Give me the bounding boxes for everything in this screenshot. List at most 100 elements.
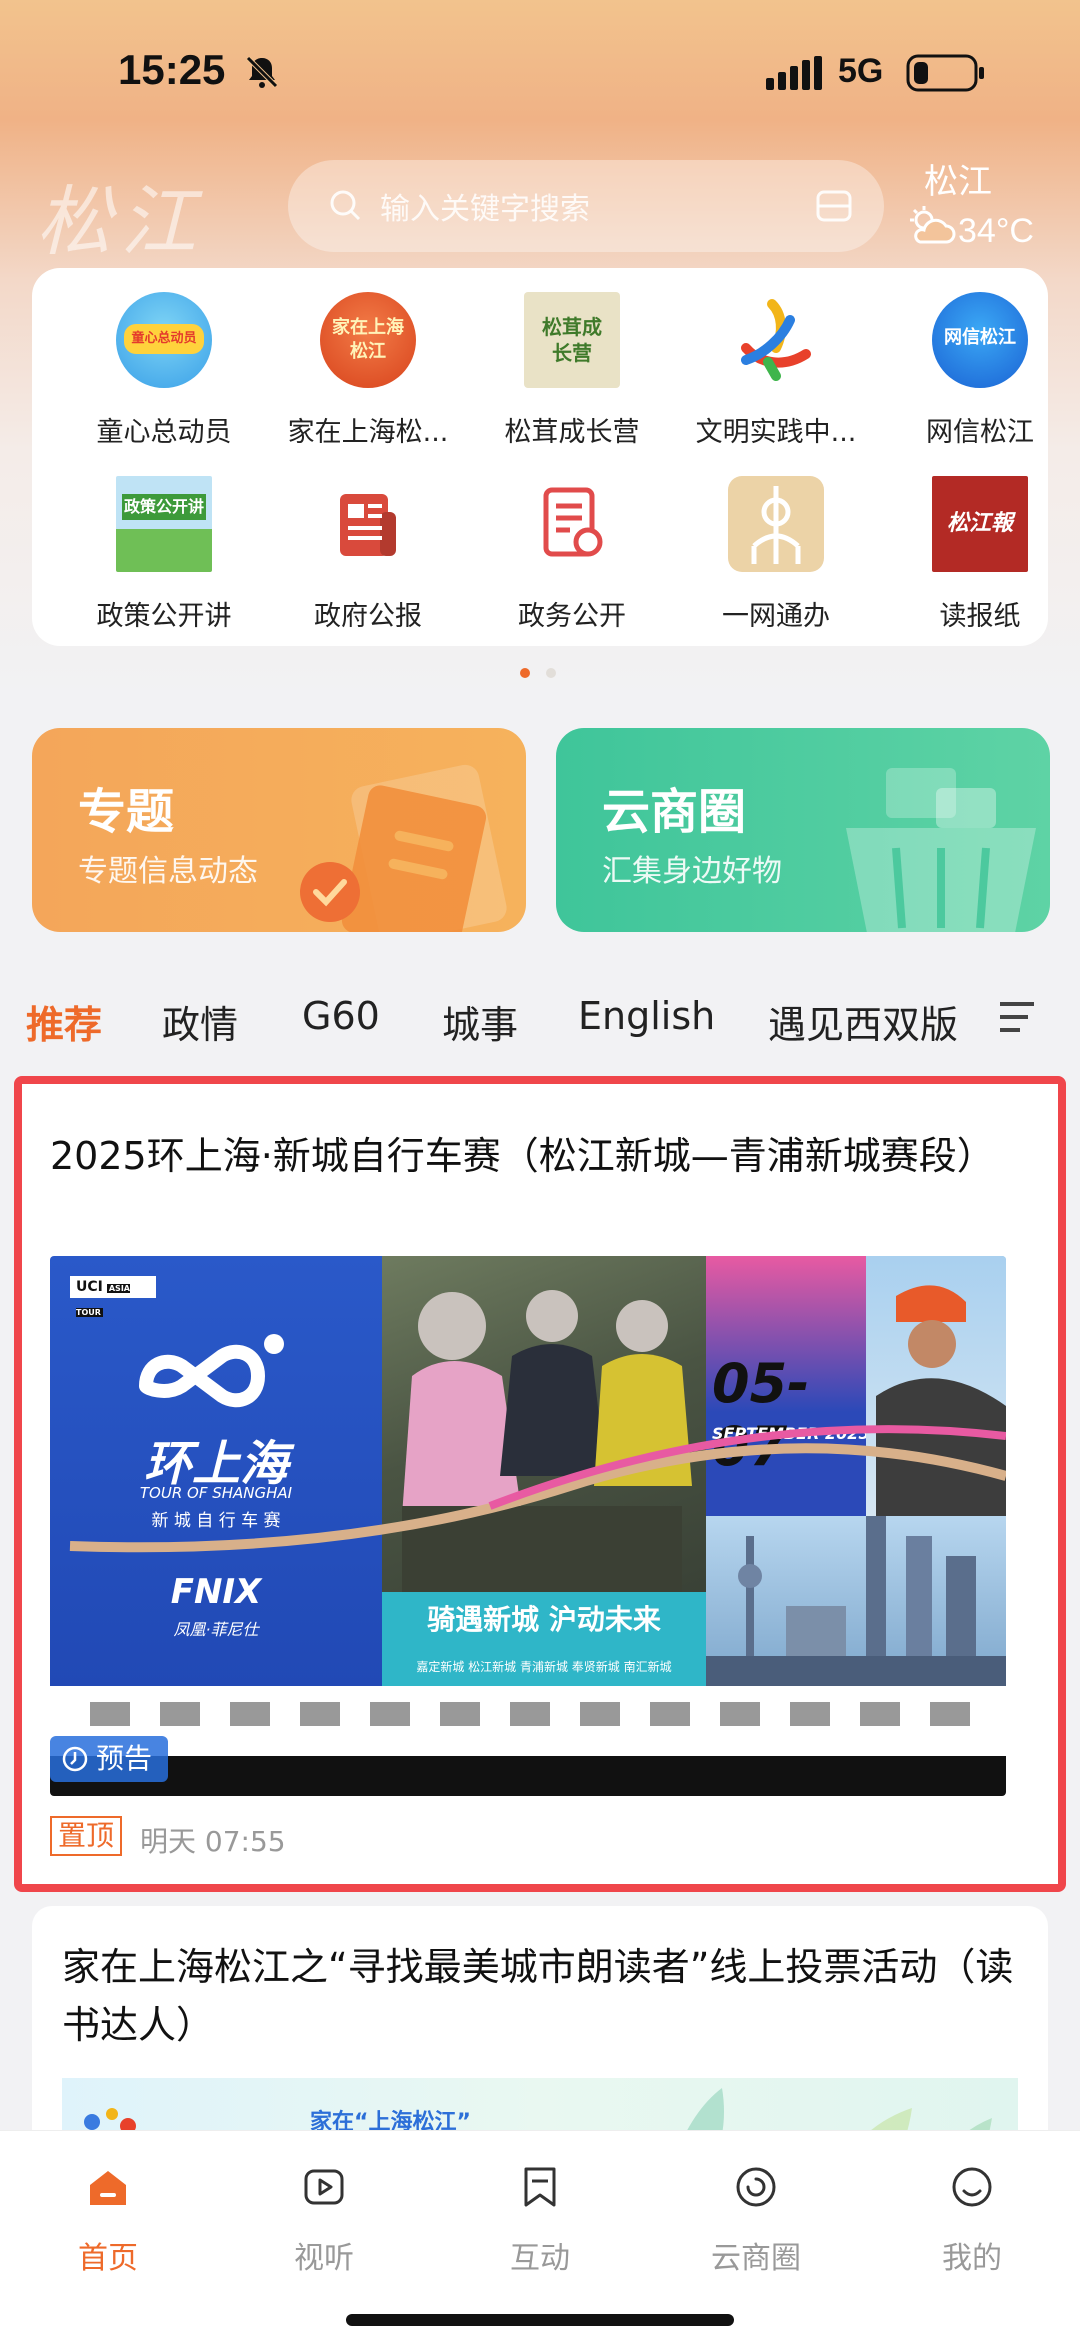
grid-item-home-songjiang[interactable]: 家在上海松江 家在上海松... [268, 268, 468, 448]
tab-politics[interactable]: 政情 [162, 994, 238, 1049]
nav-label: 互动 [510, 2241, 570, 2276]
weather-widget[interactable]: 松江 34°C [908, 150, 1058, 260]
article-poster: UCI ASIA TOUR 环上海 TOUR OF SHANGHAI 新 城 自 … [50, 1256, 1006, 1796]
grid-item-gov-affairs[interactable]: 政务公开 [472, 452, 672, 632]
service-grid: 童心总动员 童心总动员 家在上海松江 家在上海松... 松茸成长营 松茸成长营 … [32, 268, 1048, 646]
bookmark-icon [524, 2167, 556, 2207]
grid-label: 文明实践中... [695, 417, 857, 448]
poster-footer [50, 1756, 1006, 1796]
page-dot-active [520, 668, 530, 678]
status-time: 15:25 [118, 46, 226, 93]
pinned-badge: 置顶 [50, 1816, 123, 1856]
grid-label: 政务公开 [518, 601, 626, 632]
article-card-highlighted[interactable]: 2025环上海·新城自行车赛（松江新城—青浦新城赛段） UCI ASIA TOUR… [14, 1076, 1066, 1892]
menu-icon[interactable] [998, 1000, 1036, 1034]
grid-item-growth-camp[interactable]: 松茸成长营 松茸成长营 [472, 268, 672, 448]
home-indicator[interactable] [346, 2314, 734, 2326]
promo-subtitle: 专题信息动态 [78, 854, 258, 889]
bottom-nav: 首页 视听 互动 云商圈 我的 [0, 2130, 1080, 2341]
grid-item-gov-bulletin[interactable]: 政府公报 [268, 452, 468, 632]
home-icon [90, 2171, 126, 2205]
home-songjiang-icon: 家在上海松江 [320, 292, 416, 388]
search-icon [330, 190, 361, 221]
grid-label: 童心总动员 [96, 417, 232, 448]
grid-item-newspaper[interactable]: 松江報 读报纸 [880, 452, 1080, 632]
bell-off-icon [246, 56, 278, 88]
nav-label: 视听 [294, 2241, 354, 2276]
grid-label: 网信松江 [926, 417, 1034, 448]
search-placeholder: 输入关键字搜索 [380, 192, 590, 227]
newspaper-icon: 松江報 [932, 476, 1028, 572]
network-label: 5G [838, 52, 884, 90]
promo-title: 云商圈 [602, 784, 747, 840]
poster-sponsor-strip [50, 1686, 1006, 1796]
grid-label: 一网通办 [722, 601, 830, 632]
grid-item-one-net[interactable]: 一网通办 [676, 452, 876, 632]
channel-tabs: 推荐 政情 G60 城事 English 遇见西双版 [0, 958, 1080, 1076]
article-time: 明天 07:55 [140, 1825, 286, 1858]
growth-camp-icon: 松茸成长营 [524, 292, 620, 388]
search-bar[interactable]: 输入关键字搜索 [288, 160, 884, 252]
nav-home[interactable]: 首页 [28, 2155, 188, 2276]
scan-icon[interactable] [814, 186, 854, 226]
preview-badge: 预告 [50, 1736, 169, 1782]
nav-media[interactable]: 视听 [244, 2155, 404, 2276]
app-header: 松江 输入关键字搜索 松江 34°C [0, 150, 1080, 266]
kids-icon: 童心总动员 [116, 292, 212, 388]
policy-icon-text: 政策公开讲 [122, 494, 206, 520]
net-info-icon: 网信松江 [932, 292, 1028, 388]
tab-recommend[interactable]: 推荐 [26, 994, 102, 1049]
grid-item-kids[interactable]: 童心总动员 童心总动员 [64, 268, 264, 448]
play-icon [304, 2169, 344, 2205]
signal-icon [766, 56, 822, 90]
status-bar: 15:25 5G [0, 0, 1080, 140]
net-icon-text: 网信松江 [944, 327, 1016, 348]
nav-cloud-mall[interactable]: 云商圈 [676, 2155, 836, 2276]
grid-item-policy-talk[interactable]: 政策公开讲 政策公开讲 [64, 452, 264, 632]
grid-label: 家在上海松... [287, 417, 449, 448]
promo-topics[interactable]: 专题 专题信息动态 [32, 728, 526, 932]
app-logo: 松江 [36, 177, 204, 266]
shopping-basket-icon [846, 768, 1036, 932]
newspaper-icon-text: 松江報 [946, 510, 1013, 536]
nav-mine[interactable]: 我的 [892, 2155, 1052, 2276]
grid-label: 松茸成长营 [504, 417, 640, 448]
grid-label: 政府公报 [314, 601, 422, 632]
promo-subtitle: 汇集身边好物 [602, 854, 782, 889]
promo-title: 专题 [78, 784, 175, 840]
nav-label: 我的 [942, 2241, 1002, 2276]
kids-icon-text: 童心总动员 [124, 324, 204, 354]
policy-talk-icon: 政策公开讲 [116, 476, 212, 572]
partly-cloudy-icon [910, 206, 956, 244]
nav-label: 首页 [78, 2241, 138, 2276]
article-title: 家在上海松江之“寻找最美城市朗读者”线上投票活动（读书达人） [62, 1945, 1014, 2047]
one-net-icon [728, 476, 824, 572]
civilization-icon [728, 292, 824, 388]
article-title: 2025环上海·新城自行车赛（松江新城—青浦新城赛段） [50, 1134, 995, 1178]
tab-english[interactable]: English [578, 994, 715, 1038]
weather-city: 松江 [924, 162, 992, 202]
grid-item-net-info[interactable]: 网信松江 网信松江 [880, 268, 1080, 448]
cloud-circle-icon [736, 2167, 776, 2207]
weather-temp: 34°C [958, 212, 1034, 250]
page-dot [546, 668, 556, 678]
gov-affairs-icon [524, 476, 620, 572]
grid-label: 政策公开讲 [96, 601, 232, 632]
sponsor-logos [90, 1702, 970, 1726]
tab-xishuangbanna[interactable]: 遇见西双版 [768, 994, 958, 1049]
tab-g60[interactable]: G60 [302, 994, 380, 1038]
tab-city[interactable]: 城事 [442, 994, 518, 1049]
home-icon-text: 家在上海松江 [332, 317, 404, 362]
document-check-icon [300, 764, 507, 932]
preview-label: 预告 [96, 1742, 153, 1775]
nav-interact[interactable]: 互动 [460, 2155, 620, 2276]
nav-label: 云商圈 [711, 2241, 801, 2276]
clock-icon [62, 1746, 88, 1772]
grid-label: 读报纸 [939, 601, 1021, 632]
promo-cloud-mall[interactable]: 云商圈 汇集身边好物 [556, 728, 1050, 932]
smile-icon [952, 2167, 992, 2207]
gov-bulletin-icon [320, 476, 416, 572]
grid-item-civilization[interactable]: 文明实践中... [676, 268, 876, 448]
growth-icon-text: 松茸成长营 [542, 315, 602, 365]
battery-icon [906, 54, 984, 92]
